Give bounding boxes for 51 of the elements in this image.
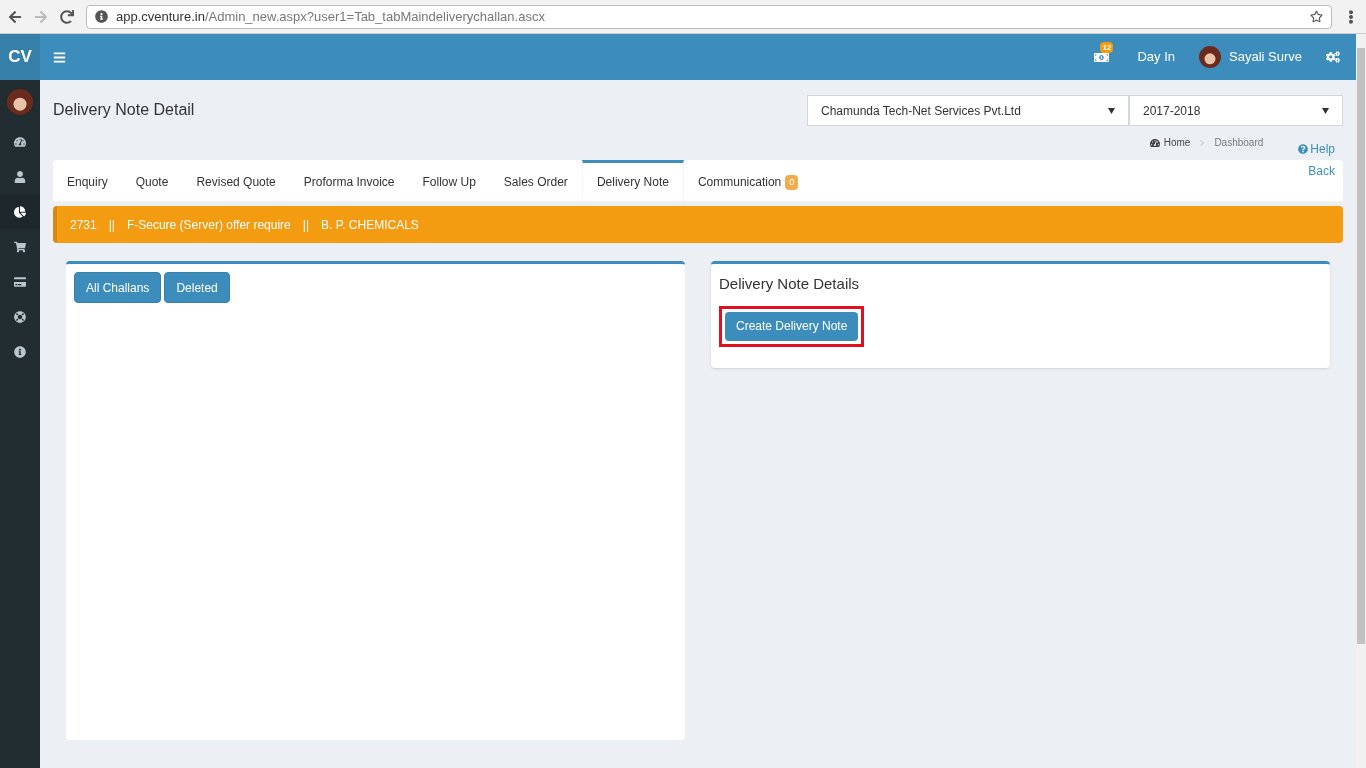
menu-icon[interactable] <box>53 50 66 64</box>
tab[interactable]: Enquiry <box>53 160 122 201</box>
credit-card-icon <box>14 275 26 288</box>
help-icon <box>1298 144 1309 154</box>
dashboard-icon <box>14 135 26 148</box>
tab[interactable]: Sales Order <box>489 160 582 201</box>
info-icon[interactable] <box>95 10 108 23</box>
cart-icon <box>14 240 26 253</box>
tab[interactable]: Delivery Note <box>581 160 684 201</box>
year-select[interactable]: 2017-2018 <box>1129 95 1343 126</box>
avatar <box>1199 46 1221 68</box>
info-text: || <box>302 216 309 234</box>
caret-icon <box>1108 107 1115 114</box>
dashboard-icon <box>1149 137 1160 148</box>
tab[interactable]: Follow Up <box>408 160 490 201</box>
address-bar[interactable]: app.cventure.in/Admin_new.aspx?user1=Tab_tabMaindeliverychallan.ascx <box>86 4 1332 29</box>
count-badge: 0 <box>785 174 799 190</box>
avatar <box>7 89 33 115</box>
user-name[interactable]: Sayali Surve <box>1229 47 1302 67</box>
page-title: Delivery Note Detail <box>53 100 195 120</box>
info-icon <box>14 345 26 358</box>
breadcrumb-item: Dashboard <box>1214 136 1264 150</box>
panel-title: Delivery Note Details <box>719 274 861 294</box>
create-delivery-note-button[interactable]: Create Delivery Note <box>725 311 859 341</box>
info-text: || <box>108 216 115 234</box>
info-text: 2731 <box>70 216 97 234</box>
bookmark-icon[interactable] <box>1310 10 1323 23</box>
tab[interactable]: Revised Quote <box>182 160 290 201</box>
lifebuoy-icon <box>14 310 26 323</box>
url-text: app.cventure.in/Admin_new.aspx?user1=Tab_tabMaindeliverychallan.ascx <box>116 7 545 26</box>
filter-button[interactable]: Deleted <box>164 272 230 303</box>
breadcrumb-item[interactable]: Home <box>1163 135 1191 150</box>
caret-icon <box>1322 107 1329 114</box>
back-icon[interactable] <box>8 9 22 24</box>
user-icon <box>14 170 26 183</box>
company-select[interactable]: Chamunda Tech-Net Services Pvt.Ltd <box>807 95 1129 126</box>
tab[interactable]: Quote <box>121 160 183 201</box>
tab[interactable]: Communication 0 <box>683 160 813 201</box>
filter-button[interactable]: All Challans <box>74 272 162 303</box>
pie-chart-icon <box>14 205 26 218</box>
back-link[interactable]: Back <box>1308 162 1335 180</box>
info-text: F-Secure (Server) offer require <box>126 216 291 234</box>
info-text: B. P. CHEMICALS <box>321 216 419 234</box>
chevron-icon <box>1200 139 1205 146</box>
notification-badge: 12 <box>1100 41 1114 53</box>
settings-icon[interactable] <box>1326 50 1340 64</box>
tab[interactable]: Proforma Invoice <box>289 160 409 201</box>
reload-icon[interactable] <box>60 9 74 24</box>
sidebar-item[interactable] <box>0 194 40 229</box>
day-in-link[interactable]: Day In <box>1137 47 1175 67</box>
logo[interactable]: CV <box>0 34 40 80</box>
